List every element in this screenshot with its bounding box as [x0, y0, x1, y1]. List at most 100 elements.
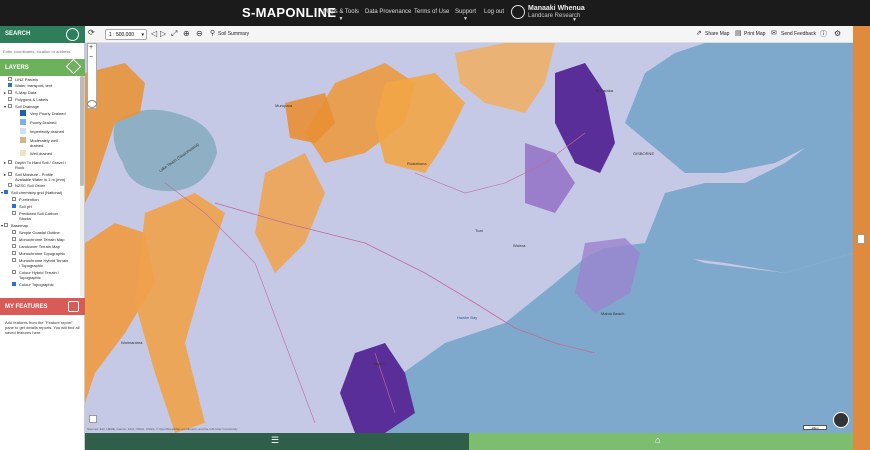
tag-icon[interactable]: ⌂ [655, 435, 660, 445]
zoom-icon[interactable]: ⊖ [196, 29, 203, 38]
nav-logout[interactable]: Log out [484, 9, 504, 15]
expand-icon[interactable]: ▾ [4, 104, 6, 109]
zoom-slider[interactable]: + − [87, 43, 97, 109]
checkbox[interactable] [12, 282, 16, 286]
nav-data-provenance[interactable]: Data Provenance [365, 9, 411, 15]
checkbox[interactable] [8, 83, 12, 87]
features-icon[interactable] [68, 301, 79, 312]
landcare-logo-icon [511, 5, 525, 19]
checkbox[interactable] [8, 172, 12, 176]
expand-icon[interactable]: ▾ [1, 190, 3, 195]
layers-header[interactable]: LAYERS [0, 58, 85, 76]
layer-item[interactable]: Simple Coastal Outline [12, 230, 60, 235]
document-icon[interactable] [857, 234, 865, 244]
layer-item[interactable]: Landcover Terrain Map [12, 244, 60, 249]
search-input[interactable] [3, 46, 82, 57]
layer-item-cont: / Topographic [19, 263, 43, 268]
layer-item[interactable]: Monochrome Topographic [12, 251, 65, 256]
nav-support[interactable]: Support ▼ [455, 9, 476, 22]
expand-icon[interactable]: ▸ [4, 172, 6, 177]
chevron-down-icon[interactable]: ▼ [572, 17, 577, 23]
layer-item[interactable]: ▾ Basemap [1, 223, 28, 228]
expand-icon[interactable]: ▸ [4, 160, 6, 165]
search-header[interactable]: SEARCH [0, 26, 85, 43]
checkbox[interactable] [12, 237, 16, 241]
checkbox[interactable] [12, 211, 16, 215]
checkbox[interactable] [12, 258, 16, 262]
layer-item[interactable]: Colour Topographic [12, 282, 54, 287]
back-icon[interactable]: ◁ [151, 29, 157, 38]
chevron-down-icon: ▼ [338, 16, 344, 22]
help-icon[interactable]: ⓘ [820, 29, 827, 39]
scale-select[interactable]: 1 : 500,000 ▾ [105, 29, 147, 40]
print-icon[interactable]: ▤ [735, 29, 742, 37]
nav-terms[interactable]: Terms of Use [414, 9, 449, 15]
zoom-slider-handle[interactable] [87, 100, 97, 108]
share-icon[interactable]: ⇗ [696, 29, 702, 37]
search-icon[interactable] [66, 28, 79, 41]
zoom-in-icon[interactable]: + [89, 44, 93, 51]
layer-item[interactable]: ▸ S-Map Data [4, 90, 36, 95]
map-label: Te Karaka [595, 88, 614, 93]
checkbox[interactable] [12, 244, 16, 248]
layer-item[interactable]: Water, transport, text [8, 83, 52, 88]
gear-icon[interactable]: ⚙ [834, 29, 841, 38]
layer-item[interactable]: ▾ Soil chemistry grid (National) [1, 190, 62, 195]
list-icon[interactable]: ☰ [271, 435, 279, 446]
layer-item[interactable]: NZSC Soil Order [8, 183, 45, 188]
left-panel: SEARCH LAYERS LINZ Parcels Water, transp… [0, 26, 85, 450]
map-label: Wairoa [513, 243, 526, 248]
map-toolbar: ⟳ 1 : 500,000 ▾ ◁ ▷ ⤢ ⊕ ⊖ ⚲ Soil Summary … [85, 26, 853, 43]
checkbox[interactable] [8, 160, 12, 164]
legend-swatch [20, 110, 26, 116]
checkbox[interactable] [12, 197, 16, 201]
map-label: Ruatahuna [407, 161, 427, 166]
checkbox[interactable] [4, 223, 8, 227]
compass-icon[interactable] [833, 412, 849, 428]
checkbox[interactable] [8, 183, 12, 187]
refresh-icon[interactable]: ⟳ [88, 28, 95, 37]
layers-icon[interactable] [65, 58, 82, 75]
soil-summary-button[interactable]: Soil Summary [218, 31, 249, 37]
layer-item[interactable]: ▾ Soil Drainage [4, 104, 39, 109]
chevron-down-icon: ▾ [141, 32, 144, 38]
features-header[interactable]: MY FEATURES [0, 298, 85, 315]
expand-icon[interactable]: ▸ [4, 90, 6, 95]
share-map-button[interactable]: Share Map [705, 31, 729, 37]
expand-icon[interactable]: ▾ [1, 223, 3, 228]
send-feedback-button[interactable]: Send Feedback [781, 31, 816, 37]
checkbox[interactable] [8, 90, 12, 94]
checkbox[interactable] [4, 190, 8, 194]
layer-item-cont: Topographic [19, 275, 41, 280]
checkbox[interactable] [8, 104, 12, 108]
right-side-panel-toggle[interactable] [853, 26, 870, 450]
nav-maps-tools[interactable]: Maps & Tools ▼ [323, 9, 359, 22]
fullscreen-icon[interactable]: ⤢ [171, 29, 177, 39]
bottom-legend-toggle[interactable]: ☰ [85, 433, 469, 450]
checkbox[interactable] [12, 251, 16, 255]
layer-item-cont: Available Water in 1 m (mm) [15, 177, 66, 182]
layer-item[interactable]: Soil pH [12, 204, 32, 209]
checkbox[interactable] [8, 77, 12, 81]
globe-icon[interactable]: ⊕ [183, 29, 190, 38]
checkbox[interactable] [12, 230, 16, 234]
layer-scrollbar-thumb[interactable] [80, 76, 84, 186]
overview-toggle-icon[interactable] [89, 415, 97, 423]
layer-item[interactable]: LINZ Parcels [8, 77, 38, 82]
checkbox[interactable] [8, 97, 12, 101]
print-map-button[interactable]: Print Map [744, 31, 765, 37]
map-label: Waimarama [121, 340, 143, 345]
layer-item[interactable]: P-retention [12, 197, 39, 202]
pin-icon[interactable]: ⚲ [210, 29, 215, 37]
checkbox[interactable] [12, 270, 16, 274]
map-canvas[interactable]: Lake Taupō (Taupomoana) Hawke Bay GISBOR… [85, 43, 853, 433]
feedback-icon[interactable]: ✉ [771, 29, 777, 37]
bottom-feature-toggle[interactable]: ⌂ [469, 433, 853, 450]
layer-item[interactable]: Monochrome Terrain Map [12, 237, 65, 242]
layer-item[interactable]: Polygons & Labels [8, 97, 48, 102]
forward-icon[interactable]: ▷ [160, 29, 166, 38]
checkbox[interactable] [12, 204, 16, 208]
legend-item: Well drained [20, 150, 52, 156]
zoom-out-icon[interactable]: − [89, 54, 93, 61]
map-graphic [85, 43, 853, 433]
